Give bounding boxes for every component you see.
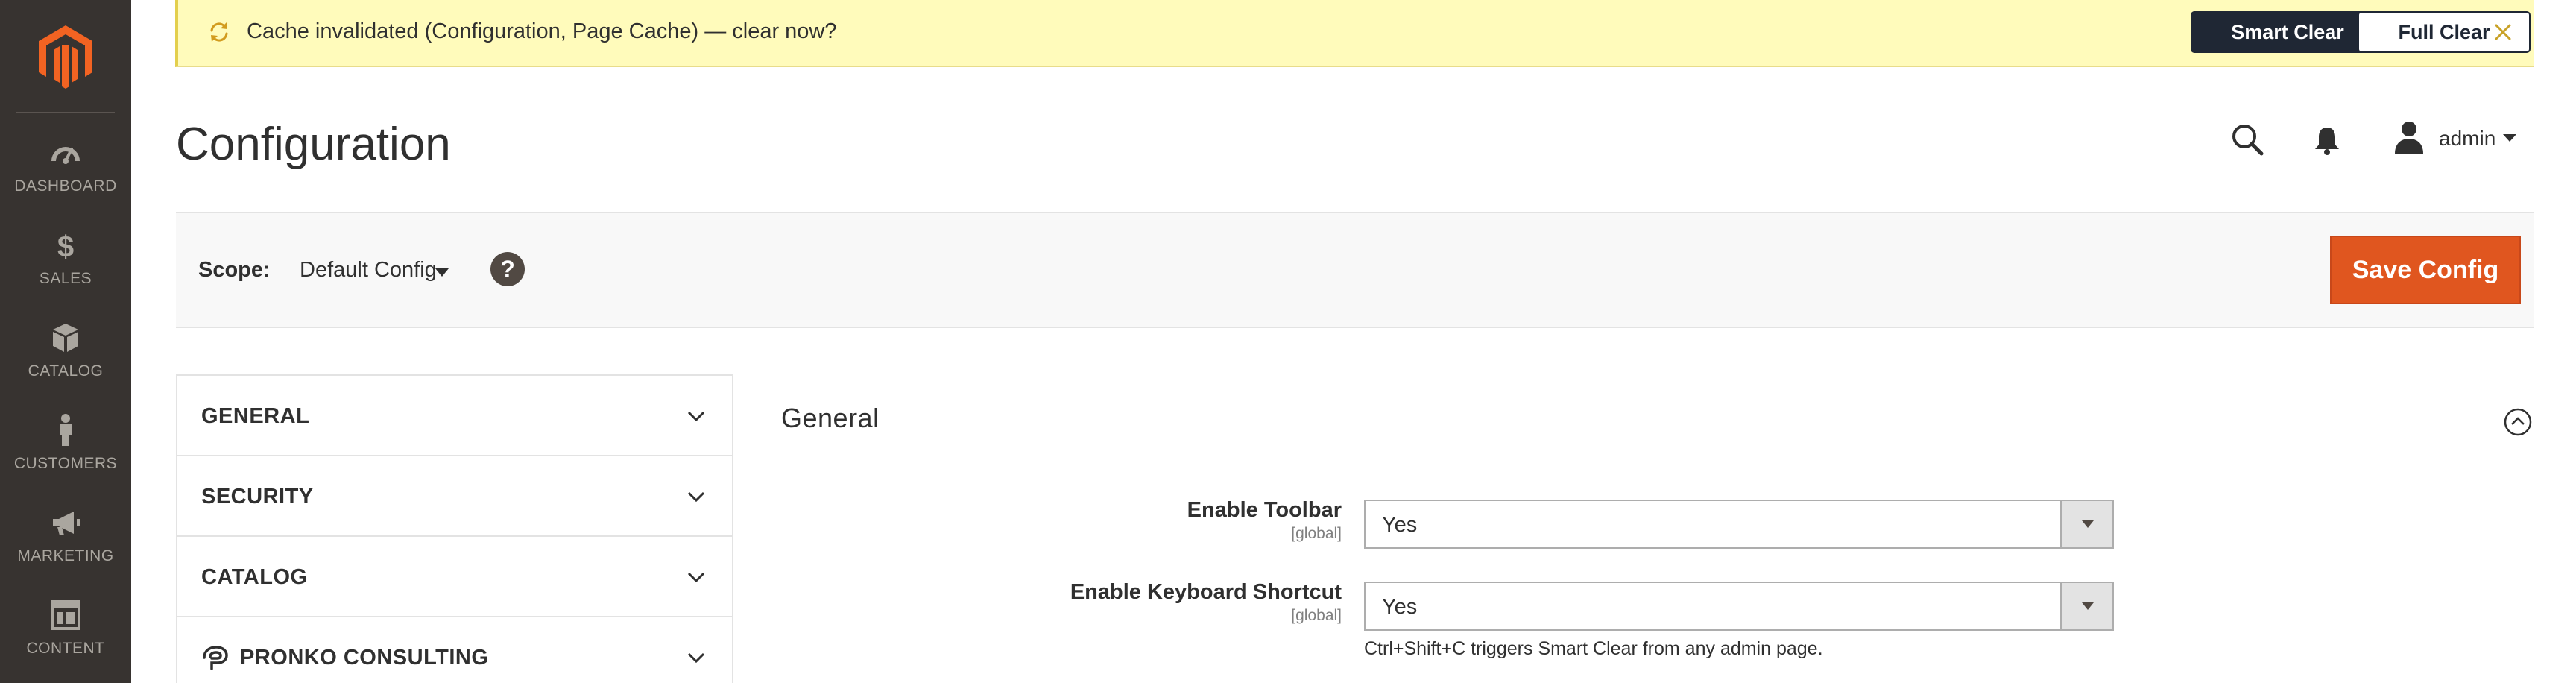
collapse-chevron-up-icon[interactable] (2503, 407, 2533, 437)
config-tabs: GENERAL SECURITY CATALOG PRONKO CONSULTI… (176, 374, 733, 683)
chevron-down-icon (684, 646, 708, 670)
scope-label: Scope: (198, 258, 271, 282)
admin-username[interactable]: admin (2439, 127, 2496, 151)
scope-switcher[interactable]: Default Config (300, 258, 437, 283)
scope-caret-icon[interactable] (435, 268, 449, 277)
nav-item-sales[interactable]: $ SALES (0, 221, 131, 313)
scope-bar: Scope: Default Config ? Save Config (176, 212, 2534, 328)
nav-label-catalog: CATALOG (28, 362, 104, 380)
banner-message: Cache invalidated (Configuration, Page C… (247, 19, 837, 43)
user-avatar-icon[interactable] (2393, 119, 2425, 155)
keyboard-shortcut-note: Ctrl+Shift+C triggers Smart Clear from a… (1364, 638, 1823, 659)
enable-keyboard-shortcut-scope: [global] (1291, 607, 1342, 624)
enable-keyboard-shortcut-label: Enable Keyboard Shortcut (1070, 580, 1342, 604)
pronko-logo-icon (200, 644, 230, 671)
tab-catalog[interactable]: CATALOG (177, 537, 732, 617)
save-config-button[interactable]: Save Config (2330, 236, 2521, 304)
tab-general[interactable]: GENERAL (177, 376, 732, 456)
enable-toolbar-select[interactable]: Yes (1364, 500, 2114, 549)
megaphone-icon (47, 504, 84, 541)
enable-toolbar-value: Yes (1382, 513, 1418, 537)
customer-person-icon (47, 412, 84, 449)
nav-item-catalog[interactable]: CATALOG (0, 313, 131, 406)
nav-label-marketing: MARKETING (17, 547, 114, 564)
tab-label-security: SECURITY (201, 485, 314, 509)
sidebar-divider (16, 112, 115, 113)
magento-logo-icon[interactable] (37, 24, 94, 89)
select-arrow-icon[interactable] (2060, 583, 2112, 629)
nav-item-customers[interactable]: CUSTOMERS (0, 406, 131, 498)
admin-sidebar: DASHBOARD $ SALES CATALOG CUSTOMERS MARK… (0, 0, 131, 683)
enable-keyboard-shortcut-value: Yes (1382, 595, 1418, 619)
select-arrow-icon[interactable] (2060, 501, 2112, 547)
tab-label-pronko-consulting: PRONKO CONSULTING (240, 646, 489, 670)
tab-security[interactable]: SECURITY (177, 456, 732, 537)
content-layout-icon (47, 597, 84, 634)
nav-label-sales: SALES (39, 270, 92, 287)
enable-toolbar-label: Enable Toolbar (1187, 498, 1342, 522)
close-icon[interactable] (2490, 19, 2516, 45)
enable-keyboard-shortcut-select[interactable]: Yes (1364, 582, 2114, 631)
help-icon[interactable]: ? (490, 252, 525, 286)
tab-pronko-consulting[interactable]: PRONKO CONSULTING (177, 617, 732, 683)
nav-item-marketing[interactable]: MARKETING (0, 498, 131, 591)
nav-label-dashboard: DASHBOARD (14, 177, 117, 195)
catalog-box-icon (47, 319, 84, 356)
dollar-icon: $ (47, 227, 84, 264)
nav-item-content[interactable]: CONTENT (0, 591, 131, 683)
smart-clear-button[interactable]: Smart Clear (2191, 11, 2384, 53)
nav-item-dashboard[interactable]: DASHBOARD (0, 128, 131, 221)
tab-label-general: GENERAL (201, 404, 310, 428)
user-menu-caret-icon[interactable] (2503, 134, 2516, 142)
notification-bell-icon[interactable] (2311, 124, 2343, 157)
tab-label-catalog: CATALOG (201, 565, 308, 589)
page-title: Configuration (176, 119, 451, 170)
svg-text:$: $ (57, 230, 74, 263)
cache-invalidated-banner: Cache invalidated (Configuration, Page C… (175, 0, 2534, 67)
section-title-general[interactable]: General (781, 403, 880, 434)
sync-refresh-icon (206, 19, 232, 45)
dashboard-icon (47, 134, 84, 171)
enable-toolbar-scope: [global] (1291, 525, 1342, 542)
nav-label-customers: CUSTOMERS (13, 455, 118, 472)
nav-label-content: CONTENT (26, 640, 105, 657)
chevron-down-icon (684, 404, 708, 428)
search-icon[interactable] (2229, 121, 2266, 158)
